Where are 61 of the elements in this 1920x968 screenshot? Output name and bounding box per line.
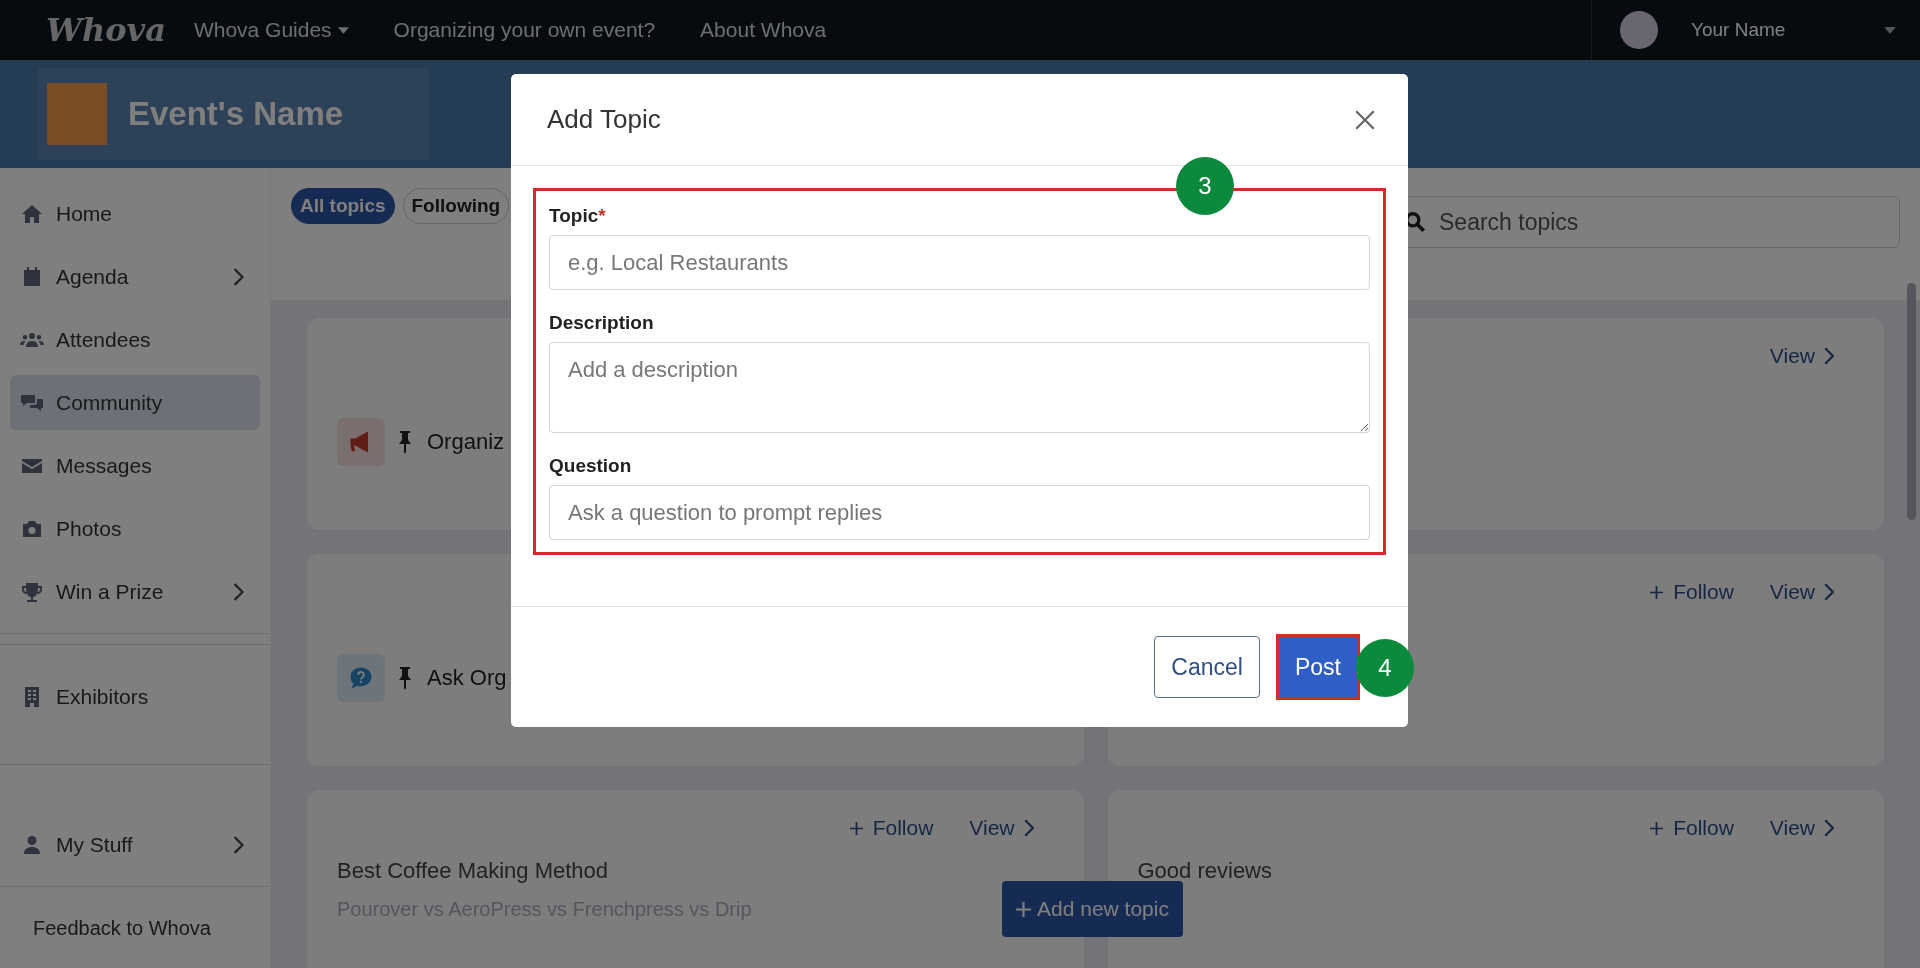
chevron-icon [232, 582, 244, 601]
user-name: Your Name [1691, 19, 1786, 41]
logo[interactable]: Whova [46, 11, 166, 49]
step-marker: 3 [1176, 157, 1234, 215]
topic-title: Organiz [427, 429, 505, 455]
feedback-link[interactable]: Feedback to Whova [0, 897, 270, 940]
chevron-icon [1823, 347, 1834, 365]
view-link[interactable]: View [1769, 816, 1834, 840]
sidebar-item[interactable]: Exhibitors [10, 669, 260, 724]
caret-icon [1884, 26, 1896, 34]
filter-tab[interactable]: Following [402, 188, 510, 224]
field-label: Description [549, 312, 655, 334]
event-name: Event's Name [128, 95, 344, 133]
sidebar-item[interactable]: Agenda [10, 249, 260, 304]
chevron-icon [232, 267, 244, 286]
follow-link[interactable]: Follow [849, 816, 934, 840]
chevron-icon [1022, 819, 1034, 837]
scrollbar[interactable] [1907, 283, 1916, 520]
nav-link[interactable]: Organizing your own event? [393, 18, 656, 42]
input-field[interactable]: e.g. Local Restaurants [549, 235, 1370, 290]
input-field[interactable]: Ask a question to prompt replies [549, 485, 1370, 540]
post-button[interactable]: Post [1275, 634, 1360, 700]
sidebar-item[interactable]: Attendees [10, 312, 260, 367]
sidebar-item[interactable]: Win a Prize [10, 564, 260, 619]
dialog-title: Add Topic [547, 104, 661, 135]
pin-icon [397, 430, 413, 454]
plus-icon [849, 821, 863, 835]
nav-link[interactable]: Whova Guides [193, 18, 349, 42]
plus-icon [1016, 901, 1031, 917]
topic-title: Best Coffee Making Method [337, 858, 609, 884]
filter-tab[interactable]: All topics [291, 188, 395, 224]
sidebar-item[interactable]: Home [10, 186, 260, 241]
megaphone-icon [337, 418, 385, 466]
avatar [1620, 11, 1658, 49]
step-marker: 4 [1356, 639, 1414, 697]
sidebar-item[interactable]: My Stuff [10, 817, 260, 872]
question-bubble-icon [337, 654, 385, 702]
plus-icon [1650, 585, 1664, 599]
description-field[interactable]: Add a description [549, 342, 1370, 433]
chevron-icon [1823, 583, 1834, 601]
follow-link[interactable]: Follow [1650, 580, 1734, 604]
chevron-icon [232, 835, 244, 854]
event-logo [47, 83, 107, 145]
field-label: Topic* [549, 205, 607, 227]
topic-title: Good reviews [1137, 858, 1272, 884]
view-link[interactable]: View [1769, 344, 1834, 368]
sidebar-item[interactable]: Messages [10, 438, 260, 493]
sidebar-item[interactable]: Community [10, 375, 260, 430]
plus-icon [1650, 821, 1664, 835]
pin-icon [397, 666, 413, 690]
chevron-icon [1823, 819, 1834, 837]
add-topic-button[interactable]: Add new topic [1002, 881, 1183, 937]
field-label: Question [549, 455, 633, 477]
sidebar-item[interactable]: Photos [10, 501, 260, 556]
caret-icon [337, 26, 349, 34]
topic-title: Ask Org [427, 665, 507, 691]
view-link[interactable]: View [1769, 580, 1834, 604]
nav-link[interactable]: About Whova [700, 18, 827, 42]
follow-link[interactable]: Follow [1650, 816, 1734, 840]
view-link[interactable]: View [969, 816, 1034, 840]
cancel-button[interactable]: Cancel [1154, 636, 1260, 698]
